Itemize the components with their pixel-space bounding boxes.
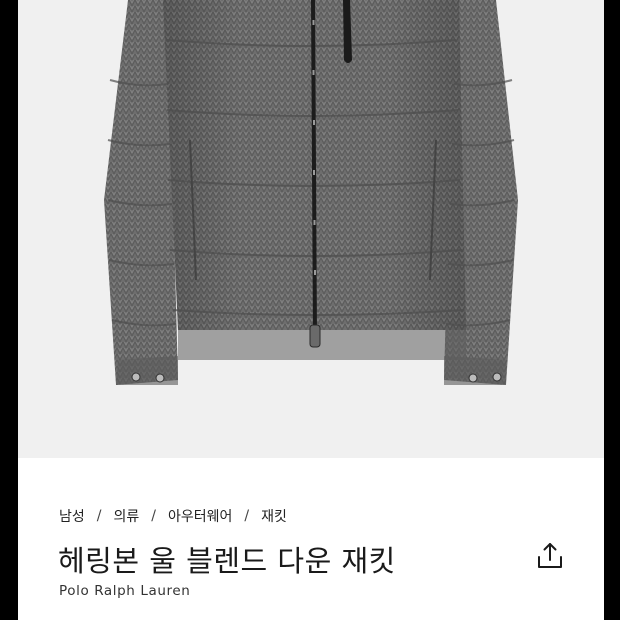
breadcrumb-separator: / [151, 508, 156, 524]
product-title: 헤링본 울 블렌드 다운 재킷 [58, 544, 396, 578]
jacket-illustration [104, 0, 518, 385]
product-page: 남성 / 의류 / 아우터웨어 / 재킷 헤링본 울 블렌드 다운 재킷 Pol… [18, 0, 604, 620]
breadcrumb-item-clothing[interactable]: 의류 [113, 506, 139, 526]
brand-name[interactable]: Polo Ralph Lauren [59, 583, 190, 599]
breadcrumb: 남성 / 의류 / 아우터웨어 / 재킷 [59, 506, 287, 526]
breadcrumb-item-jackets[interactable]: 재킷 [261, 506, 287, 526]
product-image[interactable] [18, 0, 604, 458]
share-icon [538, 543, 562, 568]
breadcrumb-separator: / [96, 508, 102, 524]
breadcrumb-item-outerwear[interactable]: 아우터웨어 [168, 506, 232, 526]
breadcrumb-separator: / [244, 508, 250, 524]
breadcrumb-item-men[interactable]: 남성 [59, 506, 85, 526]
share-button[interactable] [534, 539, 566, 573]
